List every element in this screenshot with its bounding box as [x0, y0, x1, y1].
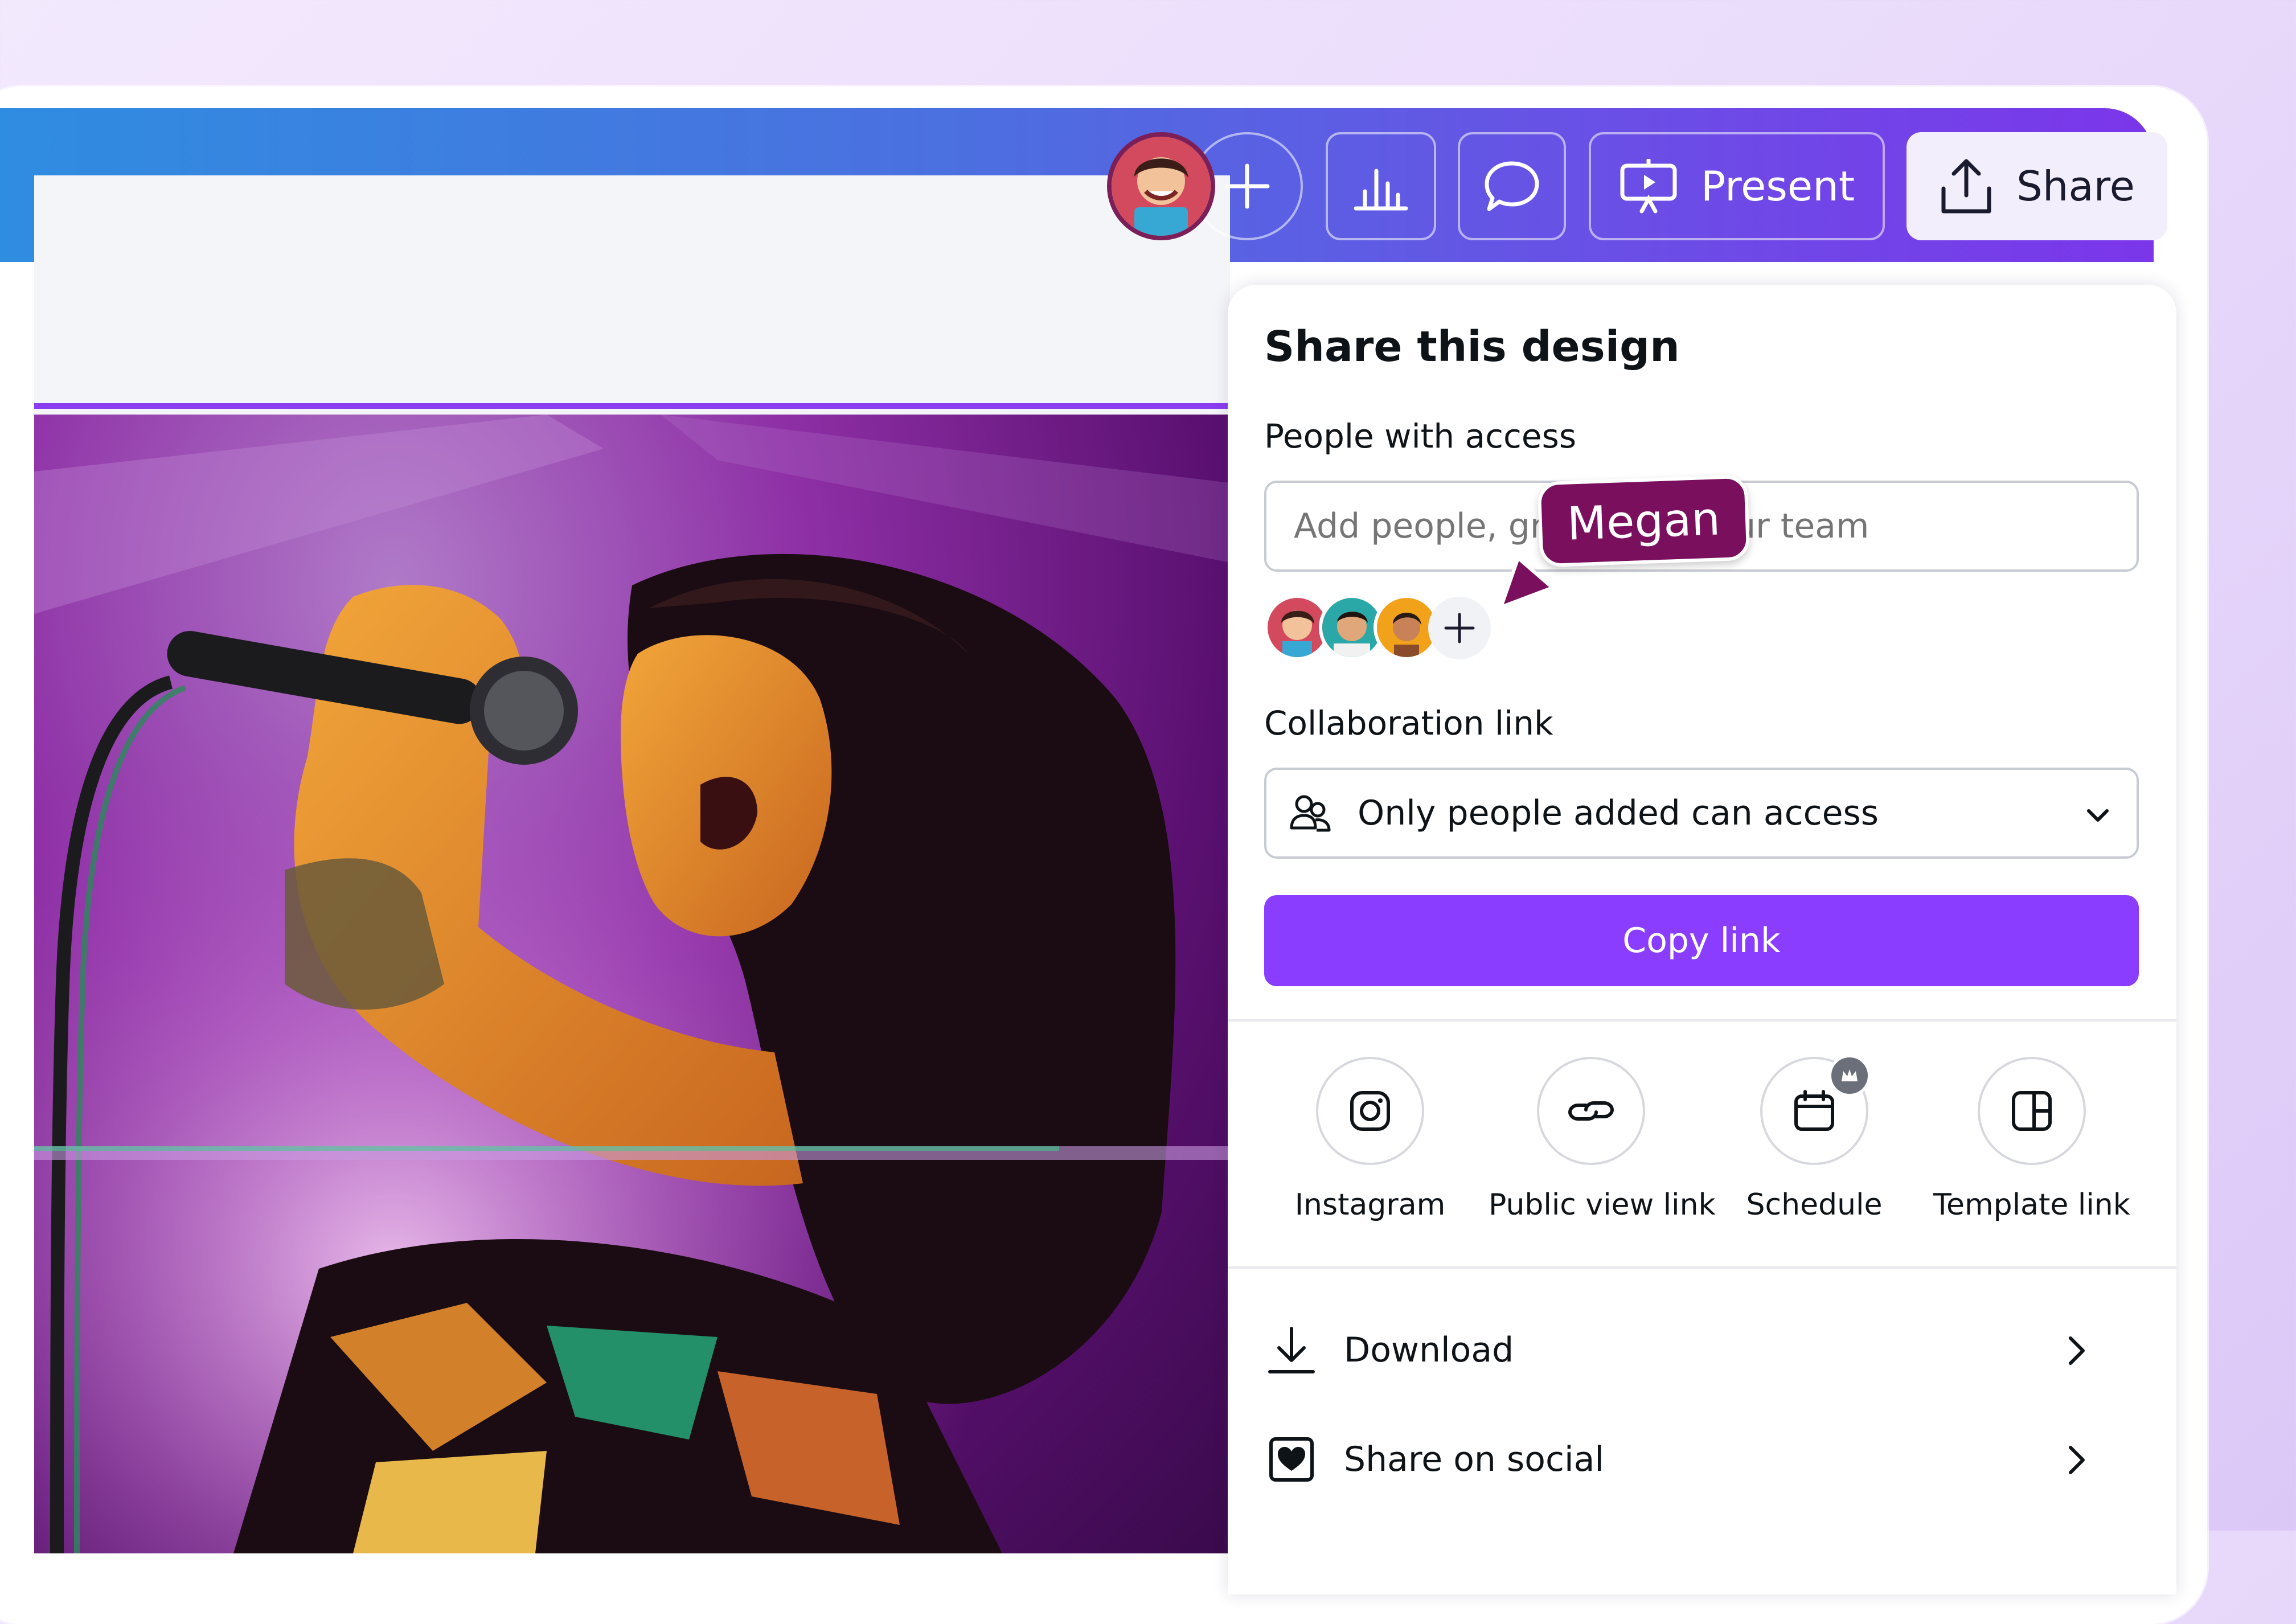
chevron-right-icon	[2069, 1446, 2085, 1474]
avatar-photo	[1322, 598, 1381, 657]
share-on-social-row[interactable]: Share on social	[1264, 1417, 2139, 1502]
share-option-circle[interactable]	[1316, 1057, 1424, 1165]
download-label: Download	[1344, 1330, 1514, 1370]
present-label: Present	[1700, 162, 1855, 210]
premium-badge	[1828, 1055, 1871, 1097]
people-icon	[1290, 795, 1331, 832]
collaboration-link-heading: Collaboration link	[1264, 704, 1553, 743]
share-option-label: Template link	[1933, 1188, 2130, 1222]
avatar-photo	[1112, 137, 1211, 236]
add-person-button[interactable]	[1428, 597, 1491, 659]
share-on-social-label: Share on social	[1344, 1440, 1605, 1479]
instagram-icon	[1350, 1091, 1390, 1131]
comments-button[interactable]	[1458, 132, 1566, 240]
share-option-circle[interactable]	[1537, 1057, 1645, 1165]
share-option-label: Public view link	[1489, 1188, 1716, 1222]
plus-icon	[1444, 613, 1475, 643]
link-access-select[interactable]: Only people added can access	[1264, 768, 2139, 859]
share-option-template-link[interactable]: Template link	[1929, 1057, 2134, 1222]
insights-button[interactable]	[1326, 132, 1436, 240]
download-row[interactable]: Download	[1264, 1307, 2139, 1393]
calendar-icon	[1794, 1090, 1834, 1131]
page-selection-border	[34, 403, 1230, 409]
share-option-public-view-link[interactable]: Public view link	[1489, 1057, 1716, 1222]
chevron-down-icon	[2087, 809, 2109, 822]
people-with-access-heading: People with access	[1264, 417, 1577, 456]
avatar-photo	[1377, 598, 1436, 657]
collaborator-cursor-tag: Megan	[1537, 474, 1750, 568]
singer-illustration	[34, 415, 1230, 1553]
download-icon	[1268, 1327, 1315, 1373]
avatar-photo	[1268, 598, 1327, 657]
crown-icon	[1842, 1069, 1858, 1081]
share-option-circle[interactable]	[1978, 1057, 2086, 1165]
plus-icon	[1224, 163, 1270, 209]
share-upload-icon	[1941, 159, 1991, 214]
chevron-right-icon	[2069, 1336, 2085, 1365]
current-user-avatar[interactable]	[1107, 132, 1215, 240]
share-panel: Share this design People with access Meg…	[1228, 285, 2176, 1594]
bar-chart-icon	[1354, 169, 1408, 211]
section-divider	[1228, 1266, 2176, 1269]
share-option-label: Instagram	[1294, 1188, 1446, 1222]
present-button[interactable]: Present	[1589, 132, 1885, 240]
share-panel-title: Share this design	[1264, 322, 1680, 371]
section-divider	[1228, 1019, 2176, 1022]
copy-link-button[interactable]: Copy link	[1264, 895, 2139, 986]
share-option-instagram[interactable]: Instagram	[1285, 1057, 1456, 1222]
share-label: Share	[2016, 162, 2135, 210]
share-option-circle[interactable]	[1760, 1055, 1871, 1165]
design-photo-singer[interactable]	[34, 415, 1230, 1553]
share-button[interactable]: Share	[1906, 132, 2167, 240]
comment-icon	[1485, 161, 1539, 211]
link-icon	[1568, 1101, 1614, 1121]
share-option-schedule[interactable]: Schedule	[1729, 1055, 1900, 1222]
present-screen-icon	[1620, 159, 1677, 214]
link-access-value: Only people added can access	[1358, 793, 1879, 833]
heart-icon	[1269, 1437, 1314, 1482]
collaborator-pointer-icon	[1499, 556, 1554, 609]
template-icon	[2012, 1091, 2052, 1131]
share-option-label: Schedule	[1746, 1188, 1883, 1222]
